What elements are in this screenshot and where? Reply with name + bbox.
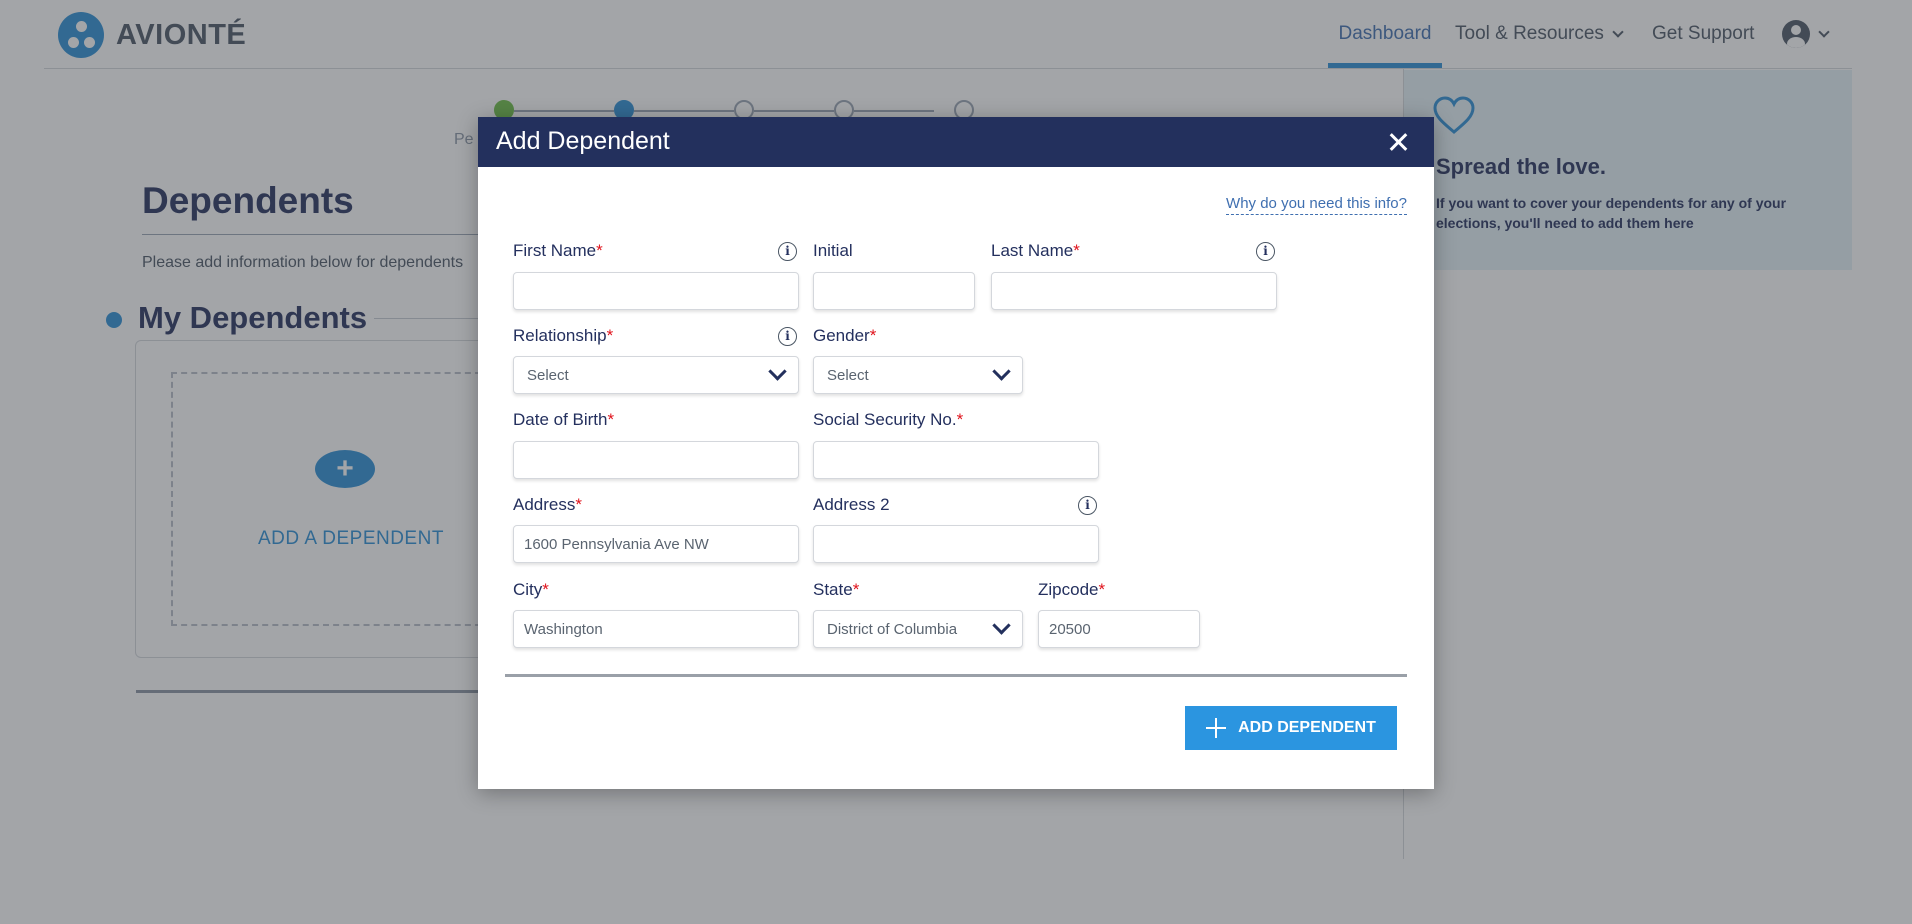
why-info-link[interactable]: Why do you need this info? xyxy=(1226,195,1407,215)
modal-title: Add Dependent xyxy=(496,127,670,155)
address2-input[interactable] xyxy=(813,525,1099,563)
relationship-info-icon[interactable]: i xyxy=(778,327,797,346)
add-dependent-button-label: ADD DEPENDENT xyxy=(1238,719,1376,736)
chevron-down-icon xyxy=(992,616,1011,635)
city-input[interactable] xyxy=(513,610,799,648)
state-select[interactable]: District of Columbia xyxy=(813,610,1023,648)
gender-label: Gender* xyxy=(813,326,877,345)
first-name-input[interactable] xyxy=(513,272,799,310)
modal-header: Add Dependent xyxy=(478,117,1434,167)
chevron-down-icon xyxy=(992,362,1011,381)
zipcode-label: Zipcode* xyxy=(1038,580,1106,599)
relationship-value: Select xyxy=(527,367,569,384)
dob-label: Date of Birth* xyxy=(513,410,615,429)
state-value: District of Columbia xyxy=(827,621,958,638)
ssn-label: Social Security No.* xyxy=(813,410,964,429)
chevron-down-icon xyxy=(768,362,787,381)
gender-select[interactable]: Select xyxy=(813,356,1023,394)
first-name-info-icon[interactable]: i xyxy=(778,242,797,261)
plus-icon xyxy=(1206,718,1227,738)
zipcode-input[interactable] xyxy=(1038,610,1200,648)
gender-value: Select xyxy=(827,367,869,384)
address-label: Address* xyxy=(513,495,582,514)
address2-label: Address 2 xyxy=(813,495,890,514)
add-dependent-button[interactable]: ADD DEPENDENT xyxy=(1185,706,1397,750)
ssn-input[interactable] xyxy=(813,441,1099,479)
initial-label: Initial xyxy=(813,241,853,260)
relationship-label: Relationship* xyxy=(513,326,614,345)
last-name-input[interactable] xyxy=(991,272,1277,310)
state-label: State* xyxy=(813,580,860,599)
city-label: City* xyxy=(513,580,549,599)
modal-divider xyxy=(505,674,1407,677)
add-dependent-modal: Add Dependent Why do you need this info?… xyxy=(478,117,1434,789)
last-name-info-icon[interactable]: i xyxy=(1256,242,1275,261)
initial-input[interactable] xyxy=(813,272,975,310)
first-name-label: First Name* xyxy=(513,241,603,260)
last-name-label: Last Name* xyxy=(991,241,1080,260)
close-icon[interactable] xyxy=(1386,130,1410,154)
address-input[interactable] xyxy=(513,525,799,563)
relationship-select[interactable]: Select xyxy=(513,356,799,394)
dob-input[interactable] xyxy=(513,441,799,479)
address2-info-icon[interactable]: i xyxy=(1078,496,1097,515)
